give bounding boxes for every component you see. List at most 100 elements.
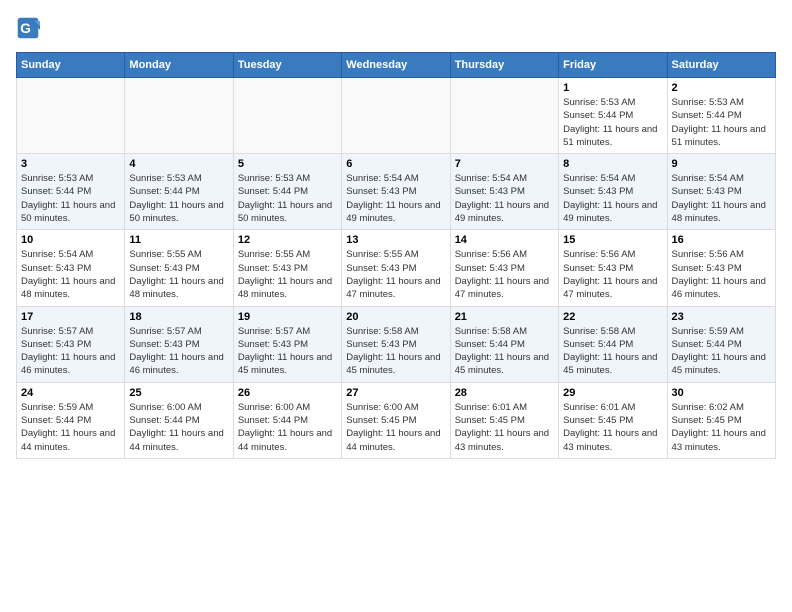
calendar-cell: 25 Sunrise: 6:00 AMSunset: 5:44 PMDayligh… (125, 382, 233, 458)
day-number: 16 (672, 234, 771, 246)
day-number: 6 (346, 158, 445, 170)
day-info: Sunrise: 6:00 AMSunset: 5:44 PMDaylight:… (129, 401, 228, 454)
calendar-cell: 18 Sunrise: 5:57 AMSunset: 5:43 PMDayligh… (125, 306, 233, 382)
day-number: 8 (563, 158, 662, 170)
day-info: Sunrise: 6:01 AMSunset: 5:45 PMDaylight:… (455, 401, 554, 454)
calendar-day-header: Wednesday (342, 53, 450, 78)
day-number: 2 (672, 82, 771, 94)
calendar-cell: 12 Sunrise: 5:55 AMSunset: 5:43 PMDayligh… (233, 230, 341, 306)
calendar-cell: 19 Sunrise: 5:57 AMSunset: 5:43 PMDayligh… (233, 306, 341, 382)
day-info: Sunrise: 5:53 AMSunset: 5:44 PMDaylight:… (129, 172, 228, 225)
day-number: 25 (129, 387, 228, 399)
calendar-body: 1 Sunrise: 5:53 AMSunset: 5:44 PMDaylight… (17, 78, 776, 459)
day-info: Sunrise: 6:02 AMSunset: 5:45 PMDaylight:… (672, 401, 771, 454)
day-info: Sunrise: 5:56 AMSunset: 5:43 PMDaylight:… (455, 248, 554, 301)
logo: G (16, 16, 44, 40)
day-number: 22 (563, 311, 662, 323)
calendar-cell (125, 78, 233, 154)
calendar-cell: 28 Sunrise: 6:01 AMSunset: 5:45 PMDayligh… (450, 382, 558, 458)
day-number: 27 (346, 387, 445, 399)
day-number: 26 (238, 387, 337, 399)
calendar-day-header: Monday (125, 53, 233, 78)
logo-icon: G (16, 16, 40, 40)
calendar-cell: 10 Sunrise: 5:54 AMSunset: 5:43 PMDayligh… (17, 230, 125, 306)
calendar-day-header: Saturday (667, 53, 775, 78)
calendar-cell: 30 Sunrise: 6:02 AMSunset: 5:45 PMDayligh… (667, 382, 775, 458)
calendar-cell: 20Sunrise: 5:58 AMSunset: 5:43 PMDayligh… (342, 306, 450, 382)
day-number: 3 (21, 158, 120, 170)
day-info: Sunrise: 5:58 AMSunset: 5:44 PMDaylight:… (563, 325, 662, 378)
day-info: Sunrise: 5:54 AMSunset: 5:43 PMDaylight:… (346, 172, 445, 225)
calendar-cell: 14 Sunrise: 5:56 AMSunset: 5:43 PMDayligh… (450, 230, 558, 306)
calendar-week-row: 10 Sunrise: 5:54 AMSunset: 5:43 PMDayligh… (17, 230, 776, 306)
day-number: 29 (563, 387, 662, 399)
day-info: Sunrise: 5:59 AMSunset: 5:44 PMDaylight:… (21, 401, 120, 454)
day-info: Sunrise: 5:54 AMSunset: 5:43 PMDaylight:… (21, 248, 120, 301)
day-number: 28 (455, 387, 554, 399)
calendar-week-row: 3 Sunrise: 5:53 AMSunset: 5:44 PMDaylight… (17, 154, 776, 230)
day-number: 10 (21, 234, 120, 246)
calendar-header: SundayMondayTuesdayWednesdayThursdayFrid… (17, 53, 776, 78)
calendar-cell: 7Sunrise: 5:54 AMSunset: 5:43 PMDaylight… (450, 154, 558, 230)
day-info: Sunrise: 5:53 AMSunset: 5:44 PMDaylight:… (672, 96, 771, 149)
day-number: 19 (238, 311, 337, 323)
calendar-header-row: SundayMondayTuesdayWednesdayThursdayFrid… (17, 53, 776, 78)
day-number: 18 (129, 311, 228, 323)
day-info: Sunrise: 5:53 AMSunset: 5:44 PMDaylight:… (21, 172, 120, 225)
day-info: Sunrise: 5:57 AMSunset: 5:43 PMDaylight:… (129, 325, 228, 378)
day-info: Sunrise: 5:54 AMSunset: 5:43 PMDaylight:… (455, 172, 554, 225)
day-info: Sunrise: 5:53 AMSunset: 5:44 PMDaylight:… (238, 172, 337, 225)
calendar-cell: 1 Sunrise: 5:53 AMSunset: 5:44 PMDaylight… (559, 78, 667, 154)
calendar-cell: 11Sunrise: 5:55 AMSunset: 5:43 PMDayligh… (125, 230, 233, 306)
day-info: Sunrise: 5:53 AMSunset: 5:44 PMDaylight:… (563, 96, 662, 149)
calendar-cell (450, 78, 558, 154)
calendar-cell: 23 Sunrise: 5:59 AMSunset: 5:44 PMDayligh… (667, 306, 775, 382)
day-number: 23 (672, 311, 771, 323)
day-number: 11 (129, 234, 228, 246)
day-number: 9 (672, 158, 771, 170)
day-info: Sunrise: 5:55 AMSunset: 5:43 PMDaylight:… (346, 248, 445, 301)
day-info: Sunrise: 5:58 AMSunset: 5:43 PMDaylight:… (346, 325, 445, 378)
calendar-cell: 26 Sunrise: 6:00 AMSunset: 5:44 PMDayligh… (233, 382, 341, 458)
calendar-week-row: 1 Sunrise: 5:53 AMSunset: 5:44 PMDaylight… (17, 78, 776, 154)
day-info: Sunrise: 6:01 AMSunset: 5:45 PMDaylight:… (563, 401, 662, 454)
day-info: Sunrise: 5:57 AMSunset: 5:43 PMDaylight:… (238, 325, 337, 378)
day-info: Sunrise: 5:55 AMSunset: 5:43 PMDaylight:… (238, 248, 337, 301)
calendar-cell: 29 Sunrise: 6:01 AMSunset: 5:45 PMDayligh… (559, 382, 667, 458)
day-number: 12 (238, 234, 337, 246)
calendar-week-row: 24Sunrise: 5:59 AMSunset: 5:44 PMDayligh… (17, 382, 776, 458)
day-info: Sunrise: 6:00 AMSunset: 5:44 PMDaylight:… (238, 401, 337, 454)
calendar-cell: 6 Sunrise: 5:54 AMSunset: 5:43 PMDaylight… (342, 154, 450, 230)
day-number: 1 (563, 82, 662, 94)
day-number: 14 (455, 234, 554, 246)
calendar-cell: 24Sunrise: 5:59 AMSunset: 5:44 PMDayligh… (17, 382, 125, 458)
day-number: 5 (238, 158, 337, 170)
day-info: Sunrise: 5:59 AMSunset: 5:44 PMDaylight:… (672, 325, 771, 378)
day-number: 15 (563, 234, 662, 246)
day-number: 4 (129, 158, 228, 170)
calendar-cell (17, 78, 125, 154)
page-header: G (16, 16, 776, 40)
calendar-day-header: Friday (559, 53, 667, 78)
day-info: Sunrise: 5:57 AMSunset: 5:43 PMDaylight:… (21, 325, 120, 378)
calendar-table: SundayMondayTuesdayWednesdayThursdayFrid… (16, 52, 776, 459)
day-info: Sunrise: 5:58 AMSunset: 5:44 PMDaylight:… (455, 325, 554, 378)
calendar-cell: 21Sunrise: 5:58 AMSunset: 5:44 PMDayligh… (450, 306, 558, 382)
day-info: Sunrise: 5:54 AMSunset: 5:43 PMDaylight:… (563, 172, 662, 225)
day-info: Sunrise: 5:56 AMSunset: 5:43 PMDaylight:… (672, 248, 771, 301)
svg-text:G: G (20, 21, 31, 36)
calendar-cell (342, 78, 450, 154)
day-number: 30 (672, 387, 771, 399)
calendar-cell: 16 Sunrise: 5:56 AMSunset: 5:43 PMDayligh… (667, 230, 775, 306)
day-info: Sunrise: 5:54 AMSunset: 5:43 PMDaylight:… (672, 172, 771, 225)
calendar-week-row: 17 Sunrise: 5:57 AMSunset: 5:43 PMDayligh… (17, 306, 776, 382)
day-number: 17 (21, 311, 120, 323)
calendar-cell: 3 Sunrise: 5:53 AMSunset: 5:44 PMDaylight… (17, 154, 125, 230)
calendar-cell: 13 Sunrise: 5:55 AMSunset: 5:43 PMDayligh… (342, 230, 450, 306)
day-info: Sunrise: 6:00 AMSunset: 5:45 PMDaylight:… (346, 401, 445, 454)
calendar-day-header: Thursday (450, 53, 558, 78)
day-number: 13 (346, 234, 445, 246)
calendar-cell: 15Sunrise: 5:56 AMSunset: 5:43 PMDayligh… (559, 230, 667, 306)
calendar-cell: 5 Sunrise: 5:53 AMSunset: 5:44 PMDaylight… (233, 154, 341, 230)
calendar-day-header: Tuesday (233, 53, 341, 78)
